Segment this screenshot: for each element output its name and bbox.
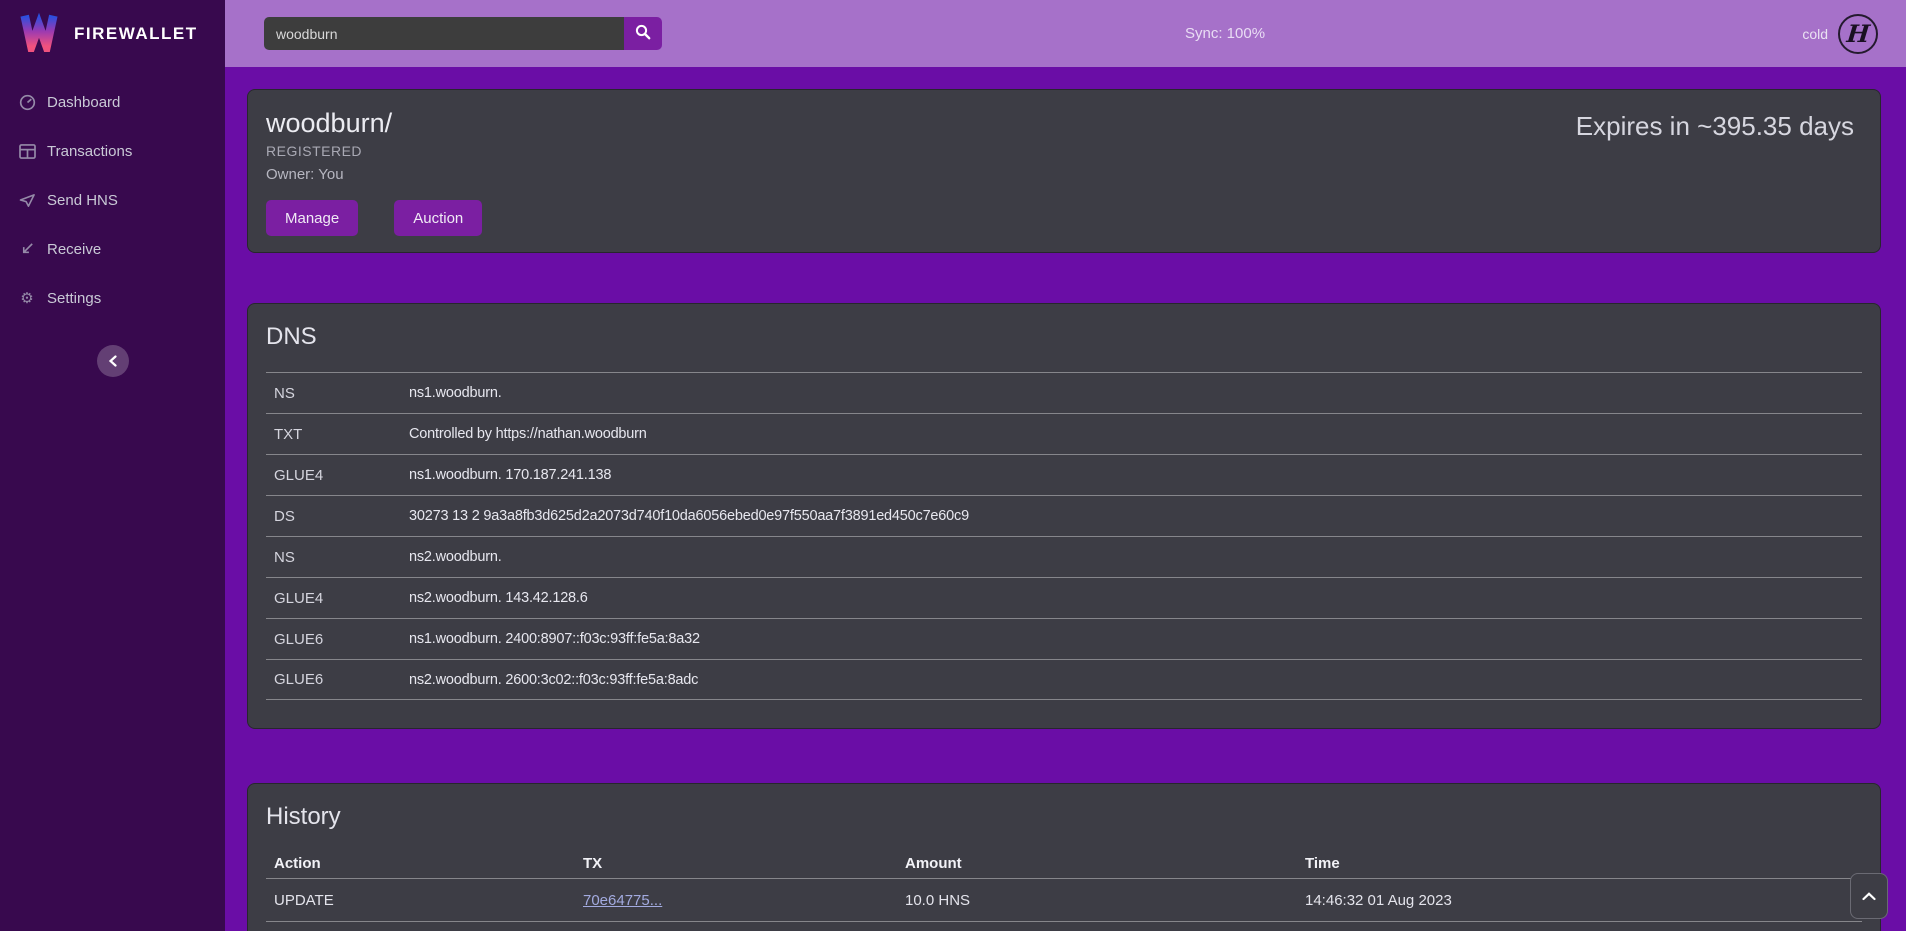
domain-owner: Owner: You [266,163,482,187]
app-root: FIREWALLET Dashboard Transactions Send H… [0,0,1906,931]
gear-icon: ⚙ [18,289,36,307]
brand-name: FIREWALLET [74,24,198,44]
history-row: RENEW d72e3af... 10.0 HNS 15:47:36 07 Ju… [266,921,1862,931]
dns-record-type: GLUE6 [274,631,409,648]
sidebar-item-send-hns[interactable]: Send HNS [0,191,225,209]
table-icon [18,142,36,160]
dns-title: DNS [266,322,1862,352]
dns-record-value: ns2.woodburn. 143.42.128.6 [409,590,588,606]
dns-record-value: ns1.woodburn. [409,385,502,401]
page-content: woodburn/ REGISTERED Owner: You Manage A… [225,67,1906,931]
history-header-row: Action TX Amount Time [266,848,1862,878]
firewallet-logo-icon [18,10,60,57]
manage-button[interactable]: Manage [266,200,358,236]
dns-record-value: 30273 13 2 9a3a8fb3d625d2a2073d740f10da6… [409,508,969,524]
dns-record-type: GLUE6 [274,671,409,688]
sidebar-item-label: Send HNS [47,192,118,209]
history-amount: 10.0 HNS [905,892,1305,909]
scroll-to-top-button[interactable] [1850,873,1888,919]
send-icon [18,191,36,209]
history-col-time: Time [1305,855,1862,872]
search-input[interactable] [264,17,624,50]
dns-record-value: ns2.woodburn. [409,549,502,565]
sidebar-item-dashboard[interactable]: Dashboard [0,93,225,111]
history-col-amount: Amount [905,855,1305,872]
handshake-logo-icon[interactable]: H [1838,14,1878,54]
main-area: Sync: 100% cold H woodburn/ REGISTERED O… [225,0,1906,931]
dns-record-type: NS [274,385,409,402]
history-time: 14:46:32 01 Aug 2023 [1305,892,1862,909]
dns-record-row: GLUE6 ns2.woodburn. 2600:3c02::f03c:93ff… [266,659,1862,700]
dns-record-row: NS ns1.woodburn. [266,372,1862,413]
wallet-selector[interactable]: cold H [1802,14,1878,54]
wallet-name: cold [1802,26,1828,42]
chevron-left-icon [97,355,129,367]
dns-record-value: ns1.woodburn. 2400:8907::f03c:93ff:fe5a:… [409,631,700,647]
history-title: History [266,802,1862,832]
auction-button[interactable]: Auction [394,200,482,236]
expires-label: Expires in ~395.35 days [1576,111,1854,236]
receive-arrow-icon [18,240,36,258]
dns-record-type: TXT [274,426,409,443]
history-card: History Action TX Amount Time UPDATE 70e… [247,783,1881,931]
search-bar [264,17,662,50]
dns-record-row: GLUE4 ns2.woodburn. 143.42.128.6 [266,577,1862,618]
sidebar-item-label: Dashboard [47,94,120,111]
dns-record-row: DS 30273 13 2 9a3a8fb3d625d2a2073d740f10… [266,495,1862,536]
sidebar-item-label: Receive [47,241,101,258]
history-col-action: Action [274,855,583,872]
search-button[interactable] [624,17,662,50]
sidebar-item-transactions[interactable]: Transactions [0,142,225,160]
chevron-up-icon [1862,889,1876,904]
topbar: Sync: 100% cold H [225,0,1906,67]
dns-table: NS ns1.woodburn. TXT Controlled by https… [266,372,1862,700]
dns-record-value: Controlled by https://nathan.woodburn [409,426,647,442]
history-row: UPDATE 70e64775... 10.0 HNS 14:46:32 01 … [266,878,1862,921]
sidebar-item-label: Transactions [47,143,132,160]
dns-record-value: ns2.woodburn. 2600:3c02::f03c:93ff:fe5a:… [409,672,698,688]
dns-record-value: ns1.woodburn. 170.187.241.138 [409,467,611,483]
search-icon [635,24,651,43]
sync-status: Sync: 100% [1185,0,1265,67]
sidebar-collapse-button[interactable] [97,345,129,377]
domain-status: REGISTERED [266,140,482,163]
dns-record-type: GLUE4 [274,590,409,607]
domain-summary-left: woodburn/ REGISTERED Owner: You Manage A… [266,106,482,236]
dns-record-row: TXT Controlled by https://nathan.woodbur… [266,413,1862,454]
domain-summary-card: woodburn/ REGISTERED Owner: You Manage A… [247,89,1881,253]
sidebar-item-receive[interactable]: Receive [0,240,225,258]
dns-record-row: NS ns2.woodburn. [266,536,1862,577]
domain-actions: Manage Auction [266,200,482,236]
dns-record-type: GLUE4 [274,467,409,484]
sidebar-nav: Dashboard Transactions Send HNS Receive [0,67,225,307]
dns-record-row: GLUE4 ns1.woodburn. 170.187.241.138 [266,454,1862,495]
history-col-tx: TX [583,855,905,872]
gauge-icon [18,93,36,111]
dns-record-type: DS [274,508,409,525]
sidebar: FIREWALLET Dashboard Transactions Send H… [0,0,225,931]
dns-record-row: GLUE6 ns1.woodburn. 2400:8907::f03c:93ff… [266,618,1862,659]
sidebar-item-settings[interactable]: ⚙ Settings [0,289,225,307]
brand-header: FIREWALLET [0,0,225,67]
domain-name-title: woodburn/ [266,106,482,140]
tx-link[interactable]: 70e64775... [583,892,662,909]
history-action: UPDATE [274,892,583,909]
dns-record-type: NS [274,549,409,566]
sidebar-item-label: Settings [47,290,101,307]
dns-card: DNS NS ns1.woodburn. TXT Controlled by h… [247,303,1881,729]
